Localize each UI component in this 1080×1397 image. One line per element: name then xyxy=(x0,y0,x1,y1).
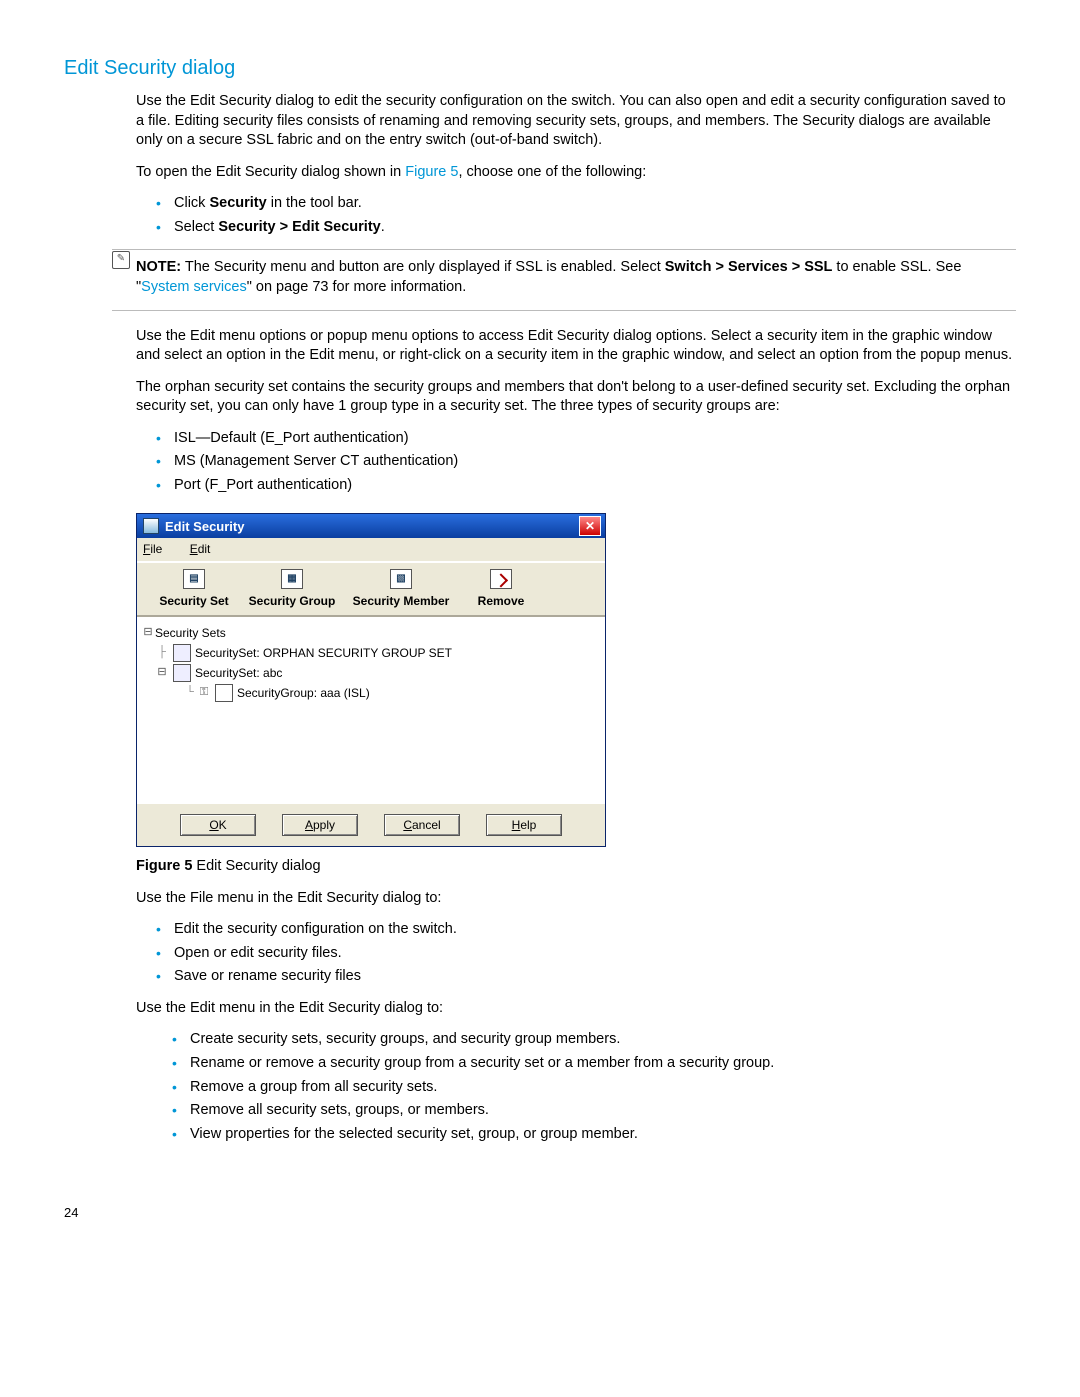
figure-link[interactable]: Figure 5 xyxy=(405,164,458,180)
tree-node[interactable]: ├ SecuritySet: ORPHAN SECURITY GROUP SET xyxy=(141,643,601,663)
text: The Security menu and button are only di… xyxy=(185,259,665,275)
note-icon: ✎ xyxy=(112,251,130,269)
list-item: Port (F_Port authentication) xyxy=(156,476,1016,496)
menu-file[interactable]: File xyxy=(143,542,174,556)
menubar: File Edit xyxy=(137,538,605,561)
list-item: Select Security > Edit Security. xyxy=(156,218,1016,238)
help-button[interactable]: Help xyxy=(486,814,562,836)
security-set-icon xyxy=(173,664,191,682)
bold: Security > Edit Security xyxy=(218,219,380,235)
tree-view[interactable]: ⊟ Security Sets ├ SecuritySet: ORPHAN SE… xyxy=(137,616,605,803)
tool-security-member[interactable]: ▧ Security Member xyxy=(341,569,461,609)
toolbar: ▤ Security Set ▦ Security Group ▧ Securi… xyxy=(137,562,605,616)
list-item: Remove all security sets, groups, or mem… xyxy=(172,1101,1016,1121)
open-options-list: Click Security in the tool bar. Select S… xyxy=(136,194,1016,237)
key-icon: ⚿ xyxy=(197,685,211,700)
security-set-icon: ▤ xyxy=(183,569,205,589)
list-item: Save or rename security files xyxy=(156,967,1016,987)
security-set-icon xyxy=(173,644,191,662)
menu-edit[interactable]: Edit xyxy=(190,542,223,556)
tool-label: Remove xyxy=(478,593,525,609)
cancel-button[interactable]: Cancel xyxy=(384,814,460,836)
edit-menu-list: Create security sets, security groups, a… xyxy=(136,1030,1016,1144)
apply-button[interactable]: Apply xyxy=(282,814,358,836)
bold: Switch > Services > SSL xyxy=(665,259,833,275)
remove-icon xyxy=(490,569,512,589)
tool-label: Security Member xyxy=(353,593,450,609)
tool-security-set[interactable]: ▤ Security Set xyxy=(145,569,243,609)
divider xyxy=(112,249,1016,250)
group-types-list: ISL—Default (E_Port authentication) MS (… xyxy=(136,429,1016,496)
edit-security-dialog: Edit Security ✕ File Edit ▤ Security Set… xyxy=(136,513,606,847)
figure-number: Figure 5 xyxy=(136,858,192,874)
text: Click xyxy=(174,195,209,211)
tree-label: SecurityGroup: aaa (ISL) xyxy=(237,685,370,701)
dialog-titlebar: Edit Security ✕ xyxy=(137,514,605,538)
note-paragraph: ✎ NOTE: The Security menu and button are… xyxy=(136,258,1016,297)
tree-node[interactable]: ⊟ SecuritySet: abc xyxy=(141,663,601,683)
tool-security-group[interactable]: ▦ Security Group xyxy=(243,569,341,609)
list-item: Open or edit security files. xyxy=(156,944,1016,964)
tool-remove[interactable]: Remove xyxy=(461,569,541,609)
list-item: Rename or remove a security group from a… xyxy=(172,1054,1016,1074)
list-item: View properties for the selected securit… xyxy=(172,1125,1016,1145)
expand-icon[interactable]: ⊟ xyxy=(155,665,169,680)
text: Select xyxy=(174,219,218,235)
divider xyxy=(112,310,1016,311)
expand-icon[interactable]: ⊟ xyxy=(141,625,155,640)
tree-root[interactable]: ⊟ Security Sets xyxy=(141,623,601,643)
system-services-link[interactable]: System services xyxy=(141,279,247,295)
text: in the tool bar. xyxy=(267,195,362,211)
text: To open the Edit Security dialog shown i… xyxy=(136,164,405,180)
tree-label: SecuritySet: abc xyxy=(195,665,282,681)
text: . xyxy=(381,219,385,235)
close-button[interactable]: ✕ xyxy=(579,516,601,536)
note-label: NOTE: xyxy=(136,259,181,275)
list-item: Click Security in the tool bar. xyxy=(156,194,1016,214)
security-group-icon: ▦ xyxy=(281,569,303,589)
app-icon xyxy=(143,518,159,534)
open-instruction: To open the Edit Security dialog shown i… xyxy=(136,163,1016,183)
button-bar: OK Apply Cancel Help xyxy=(137,803,605,846)
text: , choose one of the following: xyxy=(458,164,646,180)
tree-label: Security Sets xyxy=(155,625,226,641)
figure-title: Edit Security dialog xyxy=(192,858,320,874)
file-menu-list: Edit the security configuration on the s… xyxy=(136,920,1016,987)
edit-menu-paragraph: Use the Edit menu options or popup menu … xyxy=(136,327,1016,366)
page-number: 24 xyxy=(64,1204,1016,1222)
security-group-icon xyxy=(215,684,233,702)
ok-button[interactable]: OK xyxy=(180,814,256,836)
list-item: Create security sets, security groups, a… xyxy=(172,1030,1016,1050)
dialog-title: Edit Security xyxy=(165,518,579,536)
figure-caption: Figure 5 Edit Security dialog xyxy=(136,857,1016,877)
file-menu-intro: Use the File menu in the Edit Security d… xyxy=(136,889,1016,909)
list-item: MS (Management Server CT authentication) xyxy=(156,452,1016,472)
tool-label: Security Group xyxy=(249,593,336,609)
list-item: Edit the security configuration on the s… xyxy=(156,920,1016,940)
list-item: ISL—Default (E_Port authentication) xyxy=(156,429,1016,449)
tree-label: SecuritySet: ORPHAN SECURITY GROUP SET xyxy=(195,645,452,661)
tool-label: Security Set xyxy=(159,593,228,609)
orphan-paragraph: The orphan security set contains the sec… xyxy=(136,378,1016,417)
section-heading: Edit Security dialog xyxy=(64,55,1016,82)
intro-paragraph: Use the Edit Security dialog to edit the… xyxy=(136,92,1016,151)
security-member-icon: ▧ xyxy=(390,569,412,589)
tree-node[interactable]: └ ⚿ SecurityGroup: aaa (ISL) xyxy=(141,683,601,703)
text: " on page 73 for more information. xyxy=(247,279,467,295)
bold: Security xyxy=(209,195,266,211)
edit-menu-intro: Use the Edit menu in the Edit Security d… xyxy=(136,999,1016,1019)
list-item: Remove a group from all security sets. xyxy=(172,1078,1016,1098)
